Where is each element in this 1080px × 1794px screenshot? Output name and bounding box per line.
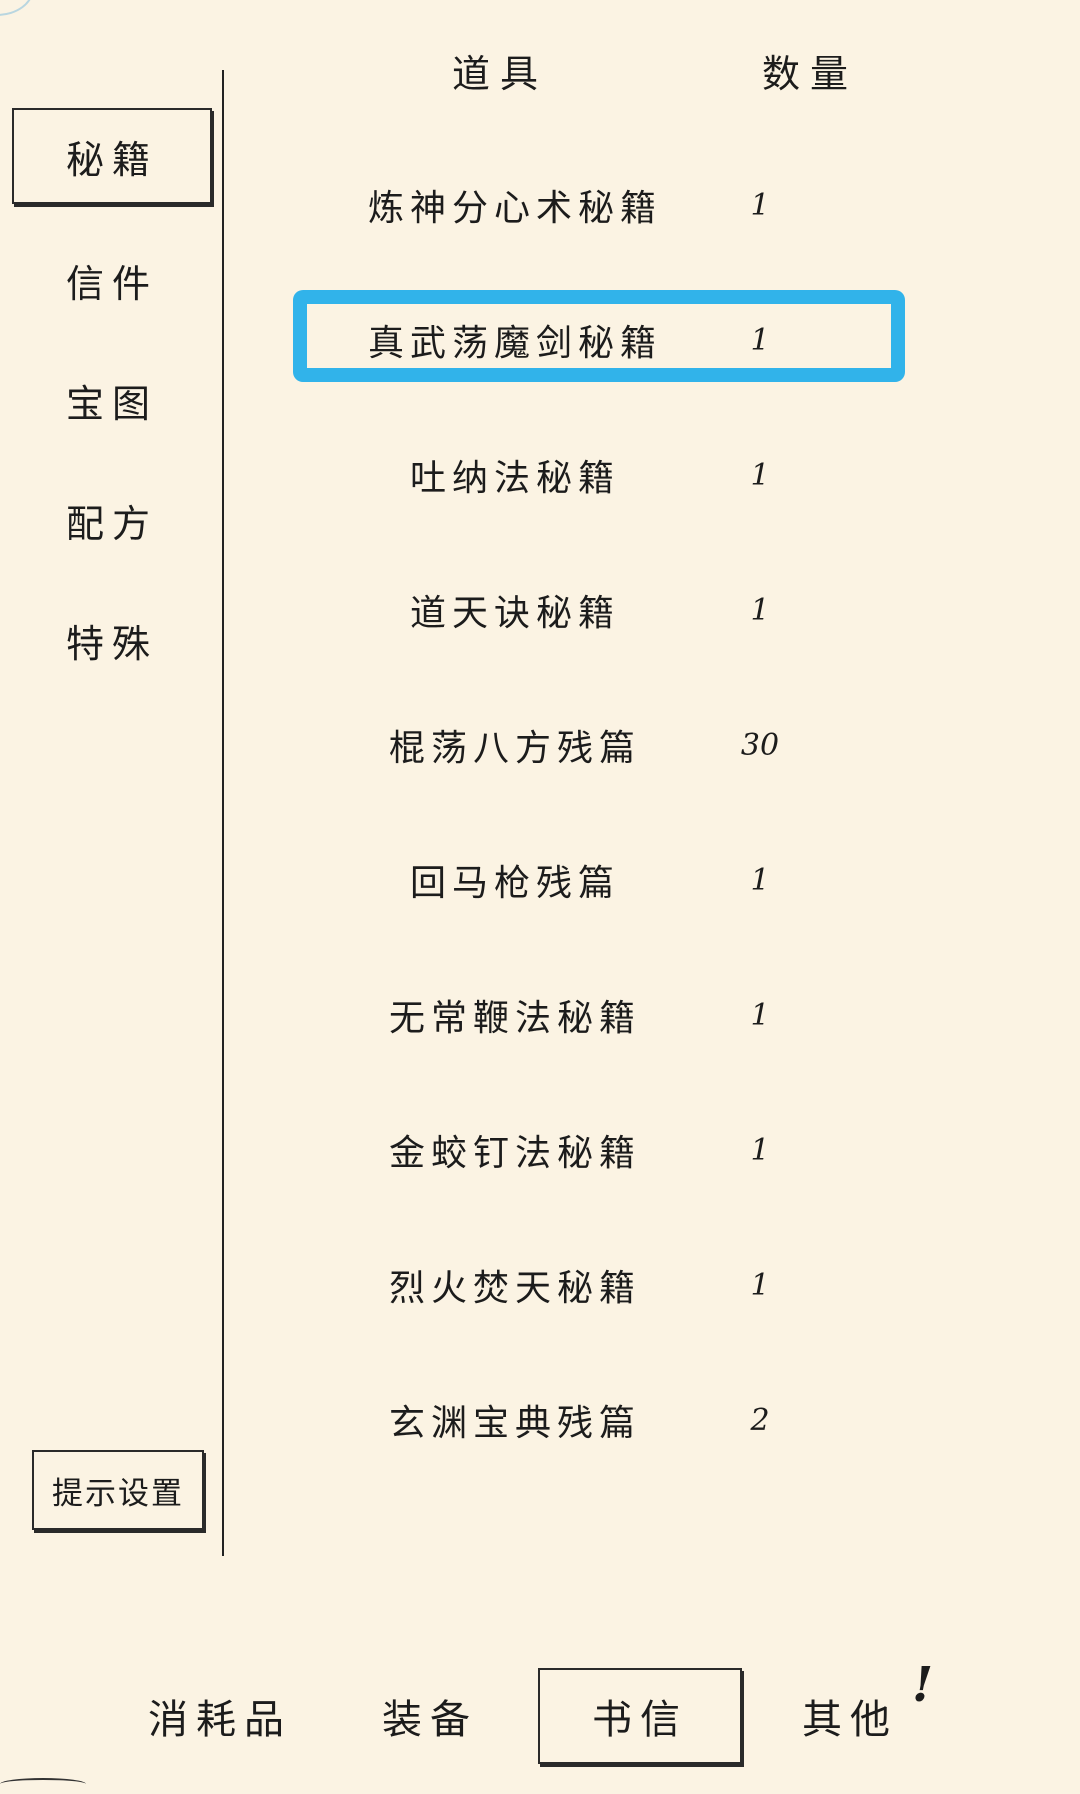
item-name: 烈火焚天秘籍 <box>388 1268 641 1309</box>
item-name: 吐纳法秘籍 <box>409 458 620 499</box>
item-name: 道天诀秘籍 <box>409 593 620 634</box>
tab-other[interactable]: 其他 <box>790 1668 910 1764</box>
sidebar-divider <box>222 70 224 1556</box>
item-quantity: 30 <box>740 727 780 763</box>
hint-settings-label: 提示设置 <box>52 1475 184 1512</box>
tab-label: 消耗品 <box>148 1697 292 1743</box>
item-row[interactable]: 真武荡魔剑秘籍 1 <box>260 290 1040 390</box>
item-quantity: 1 <box>750 1132 770 1168</box>
sidebar-item-label: 宝图 <box>65 381 158 426</box>
item-quantity: 1 <box>750 187 770 223</box>
item-quantity: 1 <box>750 322 770 358</box>
sidebar-item-letters[interactable]: 信件 <box>12 232 212 328</box>
item-name: 炼神分心术秘籍 <box>367 188 662 229</box>
corner-decoration-bottom <box>0 1778 86 1790</box>
sidebar-item-label: 信件 <box>65 261 158 306</box>
sidebar-item-treasure-maps[interactable]: 宝图 <box>12 352 212 448</box>
hint-settings-button[interactable]: 提示设置 <box>32 1450 204 1530</box>
item-name: 回马枪残篇 <box>409 863 620 904</box>
item-name: 玄渊宝典残篇 <box>388 1403 641 1444</box>
corner-decoration <box>0 0 34 16</box>
sidebar-item-label: 秘籍 <box>65 137 158 182</box>
tab-label: 书信 <box>592 1697 688 1743</box>
item-quantity: 1 <box>750 592 770 628</box>
item-name: 棍荡八方残篇 <box>388 728 641 769</box>
sidebar-item-label: 配方 <box>65 501 158 546</box>
sidebar-item-recipes[interactable]: 配方 <box>12 472 212 568</box>
alert-icon: ! <box>912 1657 934 1713</box>
item-quantity: 1 <box>750 1267 770 1303</box>
item-row[interactable]: 烈火焚天秘籍 1 <box>260 1235 1040 1335</box>
item-name: 无常鞭法秘籍 <box>388 998 641 1039</box>
tab-label: 装备 <box>382 1697 478 1743</box>
item-quantity: 1 <box>750 862 770 898</box>
item-row[interactable]: 回马枪残篇 1 <box>260 830 1040 930</box>
item-quantity: 1 <box>750 457 770 493</box>
tab-consumables[interactable]: 消耗品 <box>140 1668 300 1764</box>
item-name: 金蛟钉法秘籍 <box>388 1133 641 1174</box>
column-header-quantity: 数量 <box>761 51 858 96</box>
item-row[interactable]: 无常鞭法秘籍 1 <box>260 965 1040 1065</box>
item-row[interactable]: 吐纳法秘籍 1 <box>260 425 1040 525</box>
sidebar-item-label: 特殊 <box>65 621 158 666</box>
tab-equipment[interactable]: 装备 <box>360 1668 500 1764</box>
item-row[interactable]: 玄渊宝典残篇 2 <box>260 1370 1040 1470</box>
item-quantity: 1 <box>750 997 770 1033</box>
item-row[interactable]: 道天诀秘籍 1 <box>260 560 1040 660</box>
sidebar-item-secret-books[interactable]: 秘籍 <box>12 108 212 204</box>
column-header-item: 道具 <box>451 51 548 96</box>
tab-letters[interactable]: 书信 <box>538 1668 742 1764</box>
item-row[interactable]: 棍荡八方残篇 30 <box>260 695 1040 795</box>
item-name: 真武荡魔剑秘籍 <box>367 323 662 364</box>
item-row[interactable]: 金蛟钉法秘籍 1 <box>260 1100 1040 1200</box>
sidebar-item-special[interactable]: 特殊 <box>12 592 212 688</box>
tab-label: 其他 <box>802 1697 898 1743</box>
item-row[interactable]: 炼神分心术秘籍 1 <box>260 155 1040 255</box>
item-quantity: 2 <box>750 1402 770 1438</box>
